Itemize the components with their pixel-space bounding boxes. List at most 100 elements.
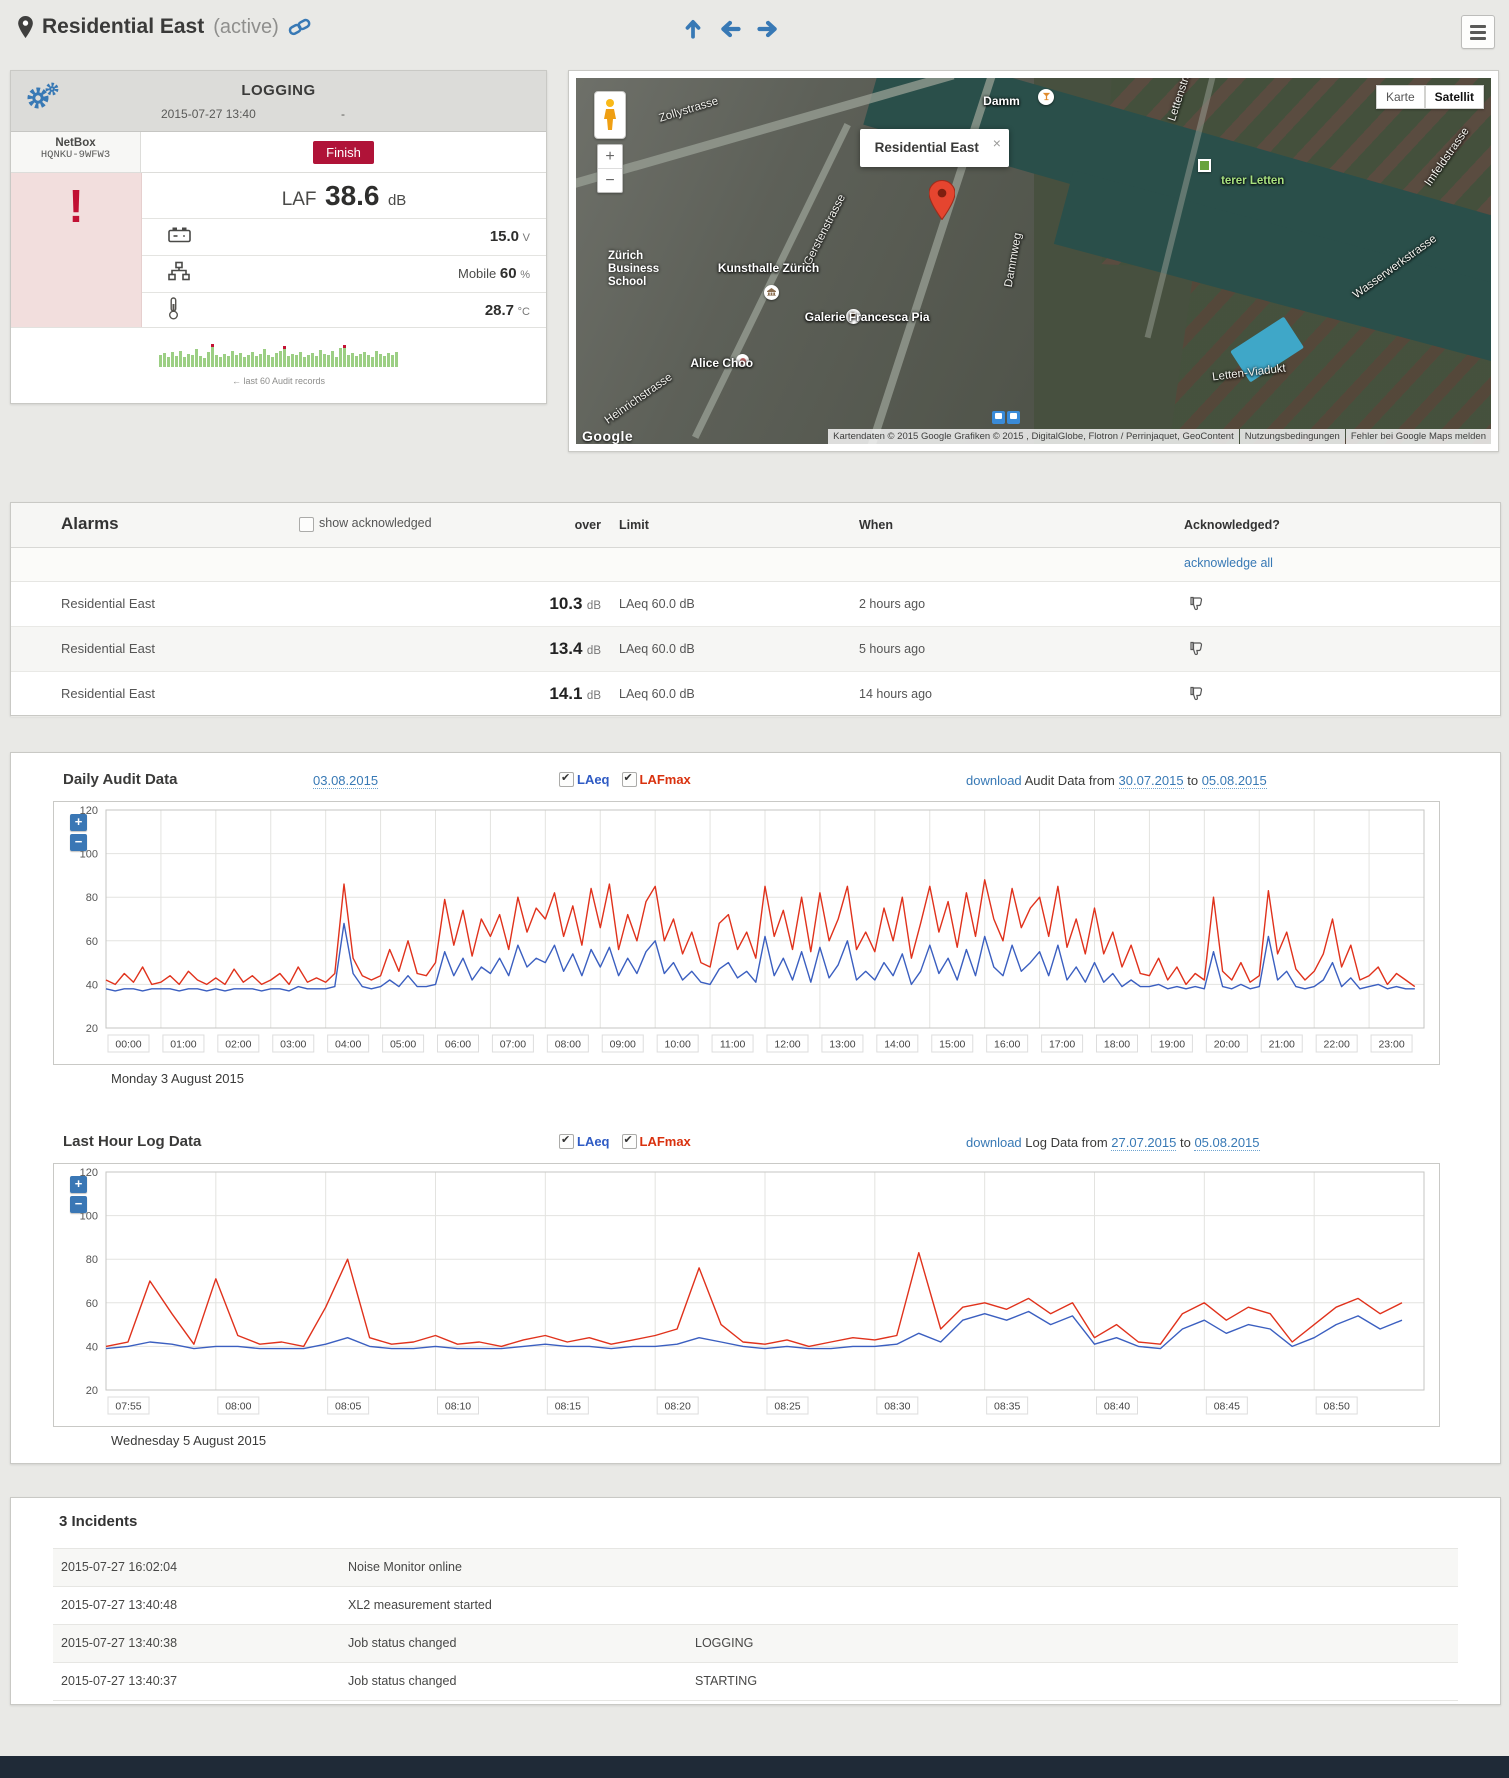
acknowledge-all-link[interactable]: acknowledge all — [1184, 556, 1273, 570]
alarm-over-unit: dB — [586, 690, 601, 702]
alarm-when: 2 hours ago — [859, 597, 926, 611]
audit-to-date-link[interactable]: 05.08.2015 — [1201, 773, 1267, 789]
museum-poi-icon[interactable] — [763, 284, 779, 300]
svg-text:60: 60 — [86, 936, 98, 948]
daily-audit-title: Daily Audit Data — [63, 771, 178, 788]
battery-value: 15.0 — [489, 228, 520, 245]
audit-record-bar — [267, 355, 270, 367]
audit-record-bar — [175, 356, 178, 367]
map-zoom-out-button[interactable]: − — [598, 169, 622, 192]
daily-audit-chart[interactable]: 1201008060402000:00 01:00 02:00 03:00 04:00 0… — [54, 802, 1437, 1062]
alarm-row: Residential East 13.4 dB LAeq 60.0 dB 5 … — [11, 627, 1500, 672]
laf-value: 38.6 — [325, 180, 380, 211]
audit-record-bar — [187, 354, 190, 367]
log-to-date-link[interactable]: 05.08.2015 — [1194, 1135, 1260, 1151]
map-type-satellite-button[interactable]: Satellit — [1424, 85, 1484, 109]
incident-event: Job status changed — [348, 1674, 457, 1688]
chart-zoom-in-button[interactable]: + — [70, 814, 87, 831]
chart-zoom-out-button[interactable]: − — [70, 834, 87, 851]
map-type-map-button[interactable]: Karte — [1375, 85, 1425, 109]
audit-record-bar — [159, 355, 162, 367]
audit-record-bar — [231, 351, 234, 367]
svg-text:14:00: 14:00 — [884, 1039, 910, 1051]
show-acknowledged-checkbox[interactable] — [299, 517, 314, 532]
map-zoom-in-button[interactable]: + — [598, 145, 622, 169]
audit-record-bar — [167, 357, 170, 367]
audit-sparkline-bars — [159, 339, 398, 367]
terms-link[interactable]: Nutzungsbedingungen — [1239, 428, 1345, 444]
audit-record-bar — [375, 351, 378, 367]
svg-text:08:40: 08:40 — [1104, 1401, 1130, 1413]
audit-record-bar — [183, 357, 186, 367]
thumbs-down-acknowledge-icon[interactable] — [1189, 685, 1205, 706]
laeq-checkbox[interactable] — [559, 771, 574, 787]
chart-zoom-out-button[interactable]: − — [70, 1196, 87, 1213]
alarm-limit: LAeq 60.0 dB — [619, 642, 695, 656]
audit-from-date-link[interactable]: 30.07.2015 — [1118, 773, 1184, 789]
log-from-date-link[interactable]: 27.07.2015 — [1111, 1135, 1177, 1151]
svg-text:22:00: 22:00 — [1324, 1039, 1350, 1051]
alarms-card: Alarms show acknowledged over Limit When… — [10, 502, 1501, 717]
audit-sparkline-caption: ← last 60 Audit records — [231, 376, 326, 386]
up-arrow-icon[interactable] — [683, 18, 703, 40]
alarms-title: Alarms — [61, 514, 119, 533]
incident-event: Job status changed — [348, 1636, 457, 1650]
job-end-time: - — [341, 107, 345, 121]
map-zoom-control: + − — [597, 144, 623, 193]
charts-card: Daily Audit Data 03.08.2015 LAeq LAFmax … — [10, 752, 1501, 1464]
audit-record-bar — [287, 356, 290, 367]
audit-record-bar — [367, 355, 370, 367]
audit-record-bar — [207, 352, 210, 367]
lafmax-legend-label: LAFmax — [639, 772, 691, 787]
audit-record-bar — [331, 351, 334, 367]
report-error-link[interactable]: Fehler bei Google Maps melden — [1345, 428, 1491, 444]
download-audit-link[interactable]: download — [966, 773, 1022, 788]
svg-text:03:00: 03:00 — [280, 1039, 306, 1051]
transit-icon[interactable] — [992, 411, 1021, 425]
map-view[interactable]: Residential East × + − Karte Satellit Go… — [576, 78, 1491, 444]
thermometer-icon — [168, 297, 179, 325]
last-hour-chart[interactable]: 1201008060402007:55 08:00 08:05 08:10 08:15 0… — [54, 1164, 1437, 1424]
gallery-poi-icon[interactable] — [845, 308, 861, 324]
svg-text:11:00: 11:00 — [720, 1039, 746, 1051]
hamburger-menu-button[interactable] — [1461, 15, 1495, 49]
thumbs-down-acknowledge-icon[interactable] — [1189, 595, 1205, 616]
bar-poi-icon[interactable] — [1038, 88, 1055, 105]
finish-button[interactable]: Finish — [313, 140, 374, 164]
audit-record-bar — [299, 352, 302, 367]
right-arrow-icon[interactable] — [757, 18, 779, 40]
park-poi-icon[interactable] — [1198, 158, 1212, 172]
lafmax-checkbox[interactable] — [621, 771, 637, 787]
audit-record-bar — [227, 356, 230, 367]
pegman-control[interactable] — [594, 91, 626, 139]
info-window-title: Residential East — [874, 140, 979, 156]
incident-status: LOGGING — [695, 1636, 754, 1650]
thumbs-down-acknowledge-icon[interactable] — [1189, 640, 1205, 661]
laeq-checkbox[interactable] — [559, 1133, 574, 1149]
svg-text:08:00: 08:00 — [225, 1401, 251, 1413]
chart-zoom-in-button[interactable]: + — [70, 1176, 87, 1193]
download-log-to: to — [1179, 1135, 1191, 1150]
info-window-close-icon[interactable]: × — [993, 135, 1001, 151]
audit-record-bar — [235, 355, 238, 367]
alert-exclamation: ! — [68, 180, 84, 232]
laf-value-row: LAF 38.6 dB — [142, 173, 546, 219]
download-log-link[interactable]: download — [966, 1135, 1022, 1150]
audit-record-bar — [295, 355, 298, 367]
svg-text:16:00: 16:00 — [994, 1039, 1020, 1051]
permalink-icon[interactable] — [288, 17, 312, 37]
svg-text:05:00: 05:00 — [390, 1039, 416, 1051]
alarm-name: Residential East — [61, 686, 155, 701]
laf-label: LAF — [281, 189, 317, 210]
column-header-when: When — [859, 518, 894, 532]
left-arrow-icon[interactable] — [719, 18, 741, 40]
svg-text:23:00: 23:00 — [1378, 1039, 1404, 1051]
audit-record-bar — [203, 358, 206, 367]
audit-record-bar — [395, 352, 398, 367]
alarm-over-value: 10.3 — [549, 594, 583, 613]
lafmax-checkbox[interactable] — [621, 1133, 637, 1149]
map-marker-pin[interactable] — [928, 180, 956, 225]
daily-date-link[interactable]: 03.08.2015 — [313, 773, 379, 789]
incident-time: 2015-07-27 13:40:37 — [61, 1674, 178, 1688]
audit-record-bar — [363, 352, 366, 367]
